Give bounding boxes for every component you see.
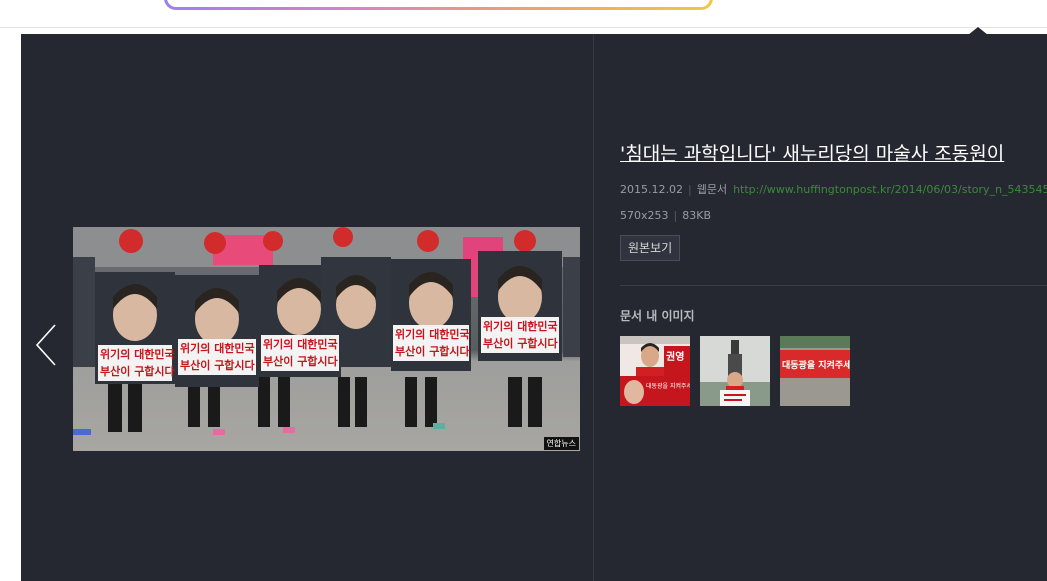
prev-arrow-icon[interactable] — [33, 323, 61, 367]
image-stage: 위기의 대한민국 부산이 구합시다 위기의 대한민국 부산이 구합시다 위기의 … — [21, 34, 593, 581]
view-original-button[interactable]: 원본보기 — [620, 235, 681, 261]
thumbnail-2[interactable] — [700, 336, 770, 406]
sign-text-3b: 부산이 구합시다 — [263, 354, 339, 368]
meta-separator: | — [687, 183, 692, 196]
sign-text-1a: 위기의 대한민국 — [100, 347, 175, 361]
sign-text-4a: 위기의 대한민국 — [395, 327, 470, 341]
document-title-link[interactable]: '침대는 과학입니다' 새누리당의 마술사 조동원이 — [620, 139, 1004, 166]
search-box[interactable] — [164, 0, 713, 10]
thumbnail-1[interactable]: 권영 대동광을 지켜주세요 — [620, 336, 690, 406]
main-image: 위기의 대한민국 부산이 구합시다 위기의 대한민국 부산이 구합시다 위기의 … — [73, 227, 580, 451]
top-bar — [0, 0, 1047, 28]
sign-text-5b: 부산이 구합시다 — [483, 336, 559, 350]
sign-text-3a: 위기의 대한민국 — [263, 337, 338, 351]
meta-separator-2: | — [673, 209, 678, 222]
viewer-divider — [593, 34, 594, 581]
sign-text-4b: 부산이 구합시다 — [395, 344, 471, 358]
section-divider — [620, 285, 1047, 286]
date-text: 2015.12.02 — [620, 183, 683, 196]
thumb1-text-b: 대동광을 지켜주세요 — [646, 382, 690, 390]
thumb1-text-a: 권영 — [666, 350, 684, 363]
section-title: 문서 내 이미지 — [620, 309, 695, 323]
thumb3-text-a: 대동광을 지켜주세 — [782, 359, 850, 371]
sign-text-2a: 위기의 대한민국 — [180, 341, 255, 355]
image-watermark: 연합뉴스 — [543, 437, 579, 450]
image-viewer: 위기의 대한민국 부산이 구합시다 위기의 대한민국 부산이 구합시다 위기의 … — [21, 34, 1047, 581]
filesize-text: 83KB — [682, 209, 711, 222]
sign-text-1b: 부산이 구합시다 — [100, 364, 176, 378]
source-meta: 2015.12.02 | 웹문서 http://www.huffingtonpost.… — [620, 181, 1047, 197]
sign-text-2b: 부산이 구합시다 — [180, 358, 256, 372]
thumbnail-3[interactable]: 대동광을 지켜주세 — [780, 336, 850, 406]
source-text: 웹문서 — [696, 183, 728, 196]
source-url-link[interactable]: http://www.huffingtonpost.kr/2014/06/03/… — [733, 183, 1047, 196]
sign-text-5a: 위기의 대한민국 — [483, 319, 558, 333]
dimensions-text: 570x253 — [620, 209, 669, 222]
info-panel: '침대는 과학입니다' 새누리당의 마술사 조동원이 2015.12.02 | 웹문… — [620, 34, 1047, 581]
file-meta: 570x253 | 83KB — [620, 209, 711, 222]
